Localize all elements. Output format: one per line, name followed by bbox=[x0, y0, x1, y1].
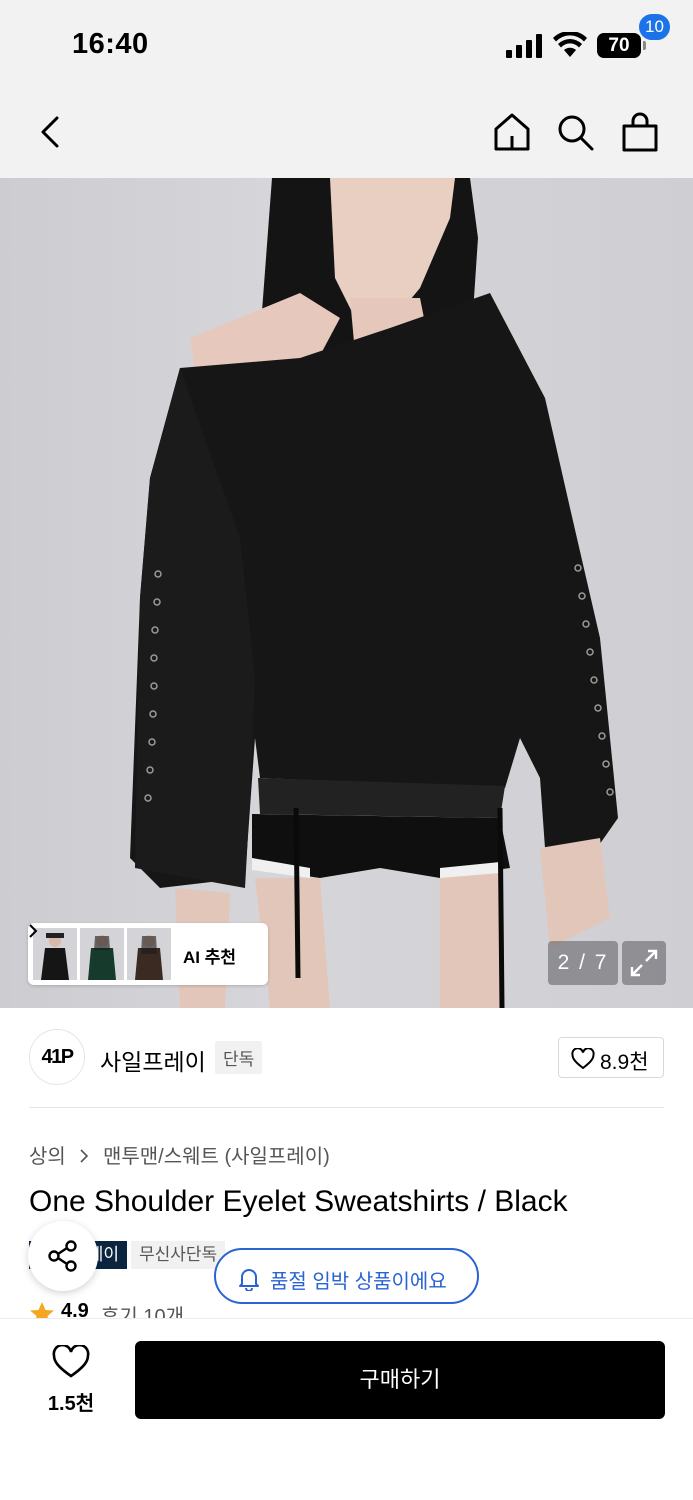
brand-like-count: 8.9천 bbox=[600, 1051, 649, 1074]
bell-icon bbox=[239, 1269, 259, 1291]
wishlist-button[interactable]: 1.5천 bbox=[36, 1345, 106, 1417]
ai-thumbnail-3 bbox=[127, 928, 171, 980]
ai-thumbnail-1 bbox=[33, 928, 77, 980]
search-icon[interactable] bbox=[553, 110, 597, 154]
shopping-bag-icon[interactable] bbox=[618, 110, 662, 154]
back-icon[interactable] bbox=[30, 110, 70, 154]
status-time: 16:40 bbox=[72, 28, 149, 60]
soldout-soon-notice[interactable]: 품절 임박 상품이에요 bbox=[214, 1248, 479, 1304]
battery-indicator: 70 bbox=[597, 33, 641, 58]
musinsa-exclusive-tag: 무신사단독 bbox=[131, 1241, 226, 1269]
image-page-counter: 2 / 7 bbox=[548, 941, 618, 985]
product-image[interactable]: AI 추천 2 / 7 bbox=[0, 178, 693, 1008]
chevron-right-icon bbox=[79, 1146, 89, 1169]
brand-name[interactable]: 사일프레이 bbox=[100, 1043, 206, 1077]
share-button[interactable] bbox=[28, 1221, 98, 1291]
expand-icon bbox=[630, 949, 658, 977]
brand-like-button[interactable]: 8.9천 bbox=[558, 1037, 664, 1078]
breadcrumb-item[interactable]: 맨투맨/스웨트 (사일프레이) bbox=[103, 1140, 330, 1169]
battery-tip bbox=[643, 41, 646, 50]
home-icon[interactable] bbox=[490, 110, 534, 154]
exclusive-tag: 단독 bbox=[215, 1041, 263, 1074]
share-icon bbox=[48, 1240, 77, 1272]
wishlist-count: 1.5천 bbox=[47, 1393, 95, 1415]
product-photo bbox=[130, 178, 618, 1008]
product-title: One Shoulder Eyelet Sweatshirts / Black bbox=[29, 1185, 568, 1218]
breadcrumb-item[interactable]: 상의 bbox=[29, 1140, 66, 1169]
ai-recommend-chip[interactable]: AI 추천 bbox=[28, 923, 268, 985]
divider bbox=[29, 1107, 664, 1108]
signal-icon bbox=[506, 34, 542, 58]
status-bar: 16:40 70 bbox=[0, 0, 693, 92]
brand-logo[interactable]: 41P bbox=[29, 1029, 85, 1085]
heart-icon bbox=[571, 1048, 595, 1070]
ai-thumbnail-2 bbox=[80, 928, 124, 980]
ai-recommend-label: AI 추천 bbox=[183, 948, 237, 967]
expand-button[interactable] bbox=[622, 941, 666, 985]
wifi-icon bbox=[553, 32, 587, 57]
chevron-right-icon bbox=[29, 924, 38, 938]
heart-icon bbox=[52, 1345, 90, 1378]
buy-button[interactable]: 구매하기 bbox=[135, 1341, 665, 1419]
bottom-action-bar: 1.5천 구매하기 bbox=[0, 1318, 693, 1500]
soldout-soon-text: 품절 임박 상품이에요 bbox=[270, 1271, 447, 1293]
cart-count-badge: 10 bbox=[637, 12, 672, 42]
breadcrumb: 상의 맨투맨/스웨트 (사일프레이) bbox=[29, 1140, 330, 1169]
nav-header bbox=[0, 92, 693, 178]
